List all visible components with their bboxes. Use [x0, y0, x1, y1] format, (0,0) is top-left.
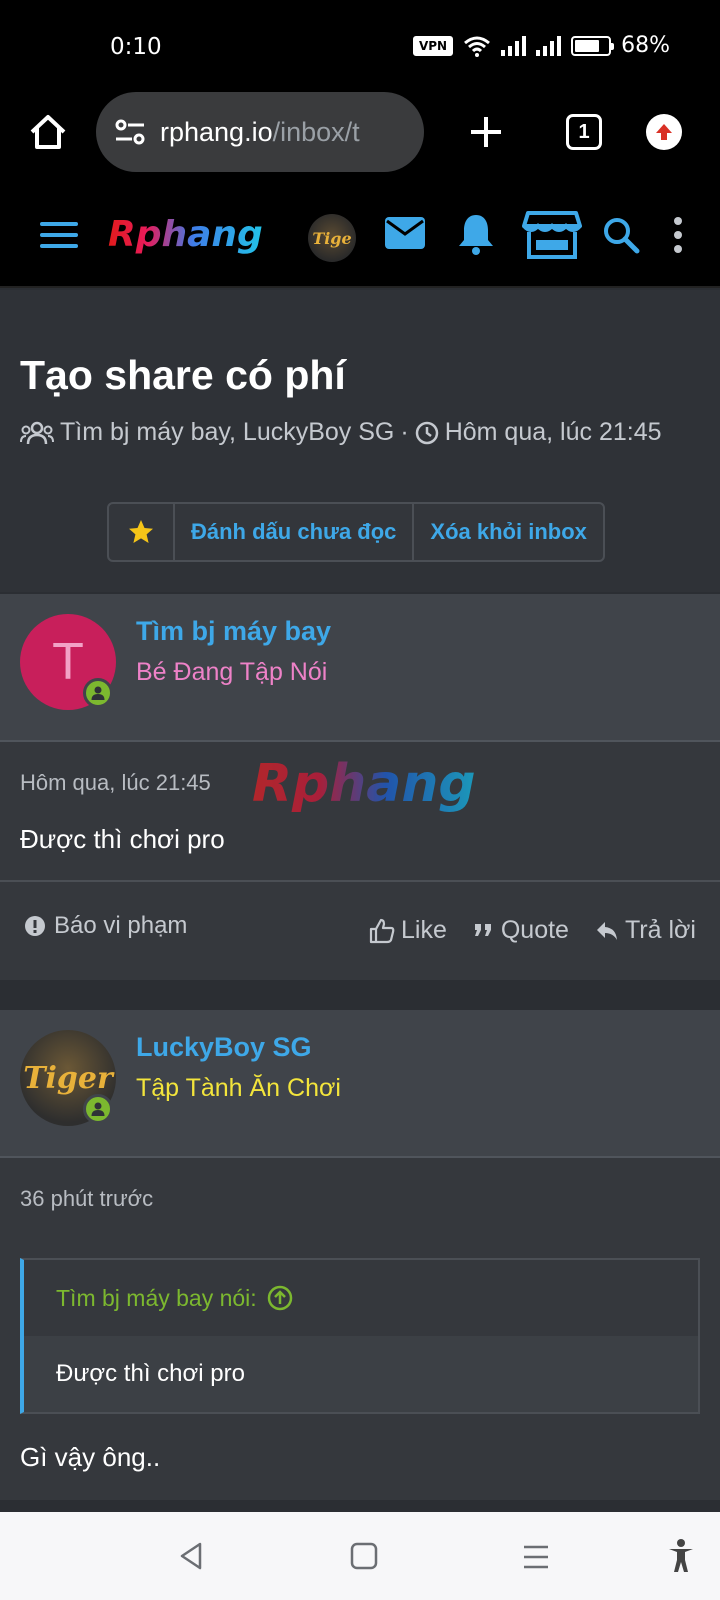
thumbs-up-icon	[369, 918, 395, 943]
quote-author[interactable]: Tìm bj máy bay nói:	[56, 1285, 257, 1312]
home-square-icon[interactable]	[350, 1542, 378, 1570]
message-date: Hôm qua, lúc 21:45	[20, 770, 211, 795]
watermark-logo: Rphang	[252, 754, 476, 814]
search-icon[interactable]	[602, 216, 640, 254]
signal-icon-2	[536, 35, 562, 56]
mail-icon[interactable]	[384, 216, 426, 250]
back-icon[interactable]	[178, 1542, 204, 1570]
vpn-badge: VPN	[412, 35, 454, 56]
arrow-up-circle-icon[interactable]	[267, 1285, 293, 1311]
wifi-icon	[464, 36, 491, 57]
message-separator	[0, 980, 720, 1010]
tabs-icon[interactable]: 1	[566, 114, 602, 150]
accessibility-icon[interactable]	[666, 1538, 696, 1574]
quote-block: Tìm bj máy bay nói: Được thì chơi pro	[20, 1258, 700, 1414]
store-icon[interactable]	[522, 210, 582, 260]
message-body: Gì vậy ông..	[20, 1442, 161, 1472]
online-icon	[83, 1094, 113, 1124]
recents-icon[interactable]	[522, 1544, 550, 1570]
clock-icon	[415, 421, 438, 444]
status-bar: 0:10 VPN 68%	[0, 0, 720, 92]
message-2: Tiger LuckyBoy SG Tập Tành Ăn Chơi 36 ph…	[0, 1010, 720, 1500]
avatar-letter: T	[52, 633, 84, 691]
quote-button[interactable]: Quote	[473, 916, 569, 945]
bell-icon[interactable]	[456, 212, 496, 256]
browser-toolbar: rphang.io/inbox/t 1	[0, 92, 720, 192]
reply-button[interactable]: Trả lời	[595, 916, 696, 945]
battery-icon	[571, 35, 615, 56]
thread-meta: Tìm bj máy bay, LuckyBoy SG · Hôm qua, l…	[20, 418, 662, 447]
reply-icon	[596, 921, 617, 940]
new-tab-icon[interactable]	[468, 114, 504, 150]
report-button[interactable]: Báo vi phạm	[24, 912, 187, 940]
username[interactable]: Tìm bj máy bay	[136, 616, 331, 647]
online-icon	[83, 678, 113, 708]
message-1-header: T Tìm bj máy bay Bé Đang Tập Nói	[0, 594, 720, 742]
reply-label: Trả lời	[624, 916, 696, 944]
system-nav-bar	[0, 1512, 720, 1600]
message-actions: Like Quote Trả lời	[369, 916, 696, 945]
star-button[interactable]	[109, 504, 173, 560]
message-2-header: Tiger LuckyBoy SG Tập Tành Ăn Chơi	[0, 1010, 720, 1158]
quote-body: Được thì chơi pro	[24, 1336, 698, 1412]
thread-time: Hôm qua, lúc 21:45	[444, 418, 662, 446]
signal-icon	[501, 35, 527, 56]
remove-inbox-button[interactable]: Xóa khỏi inbox	[412, 504, 602, 560]
page-title: Tạo share có phí	[20, 352, 346, 398]
users-icon	[20, 421, 54, 444]
url-text[interactable]: rphang.io/inbox/t	[160, 117, 360, 148]
site-settings-icon[interactable]	[114, 118, 146, 146]
url-bar[interactable]: rphang.io/inbox/t	[96, 92, 424, 172]
like-label: Like	[400, 916, 447, 944]
thread-participants[interactable]: Tìm bj máy bay, LuckyBoy SG	[60, 418, 394, 447]
meta-separator: ·	[400, 418, 409, 446]
more-icon[interactable]	[672, 216, 684, 254]
avatar-text: Tiger	[23, 1060, 113, 1096]
battery-percent: 68%	[621, 33, 670, 58]
site-header: Rphang Tige	[0, 192, 720, 288]
tab-count: 1	[578, 120, 590, 143]
warning-icon	[25, 916, 45, 936]
url-path: /inbox/t	[272, 116, 360, 147]
thread-actions: Đánh dấu chưa đọc Xóa khỏi inbox	[107, 502, 605, 562]
avatar[interactable]: Tige	[308, 214, 356, 262]
quote-label: Quote	[500, 916, 569, 944]
menu-icon[interactable]	[40, 220, 78, 250]
username[interactable]: LuckyBoy SG	[136, 1032, 312, 1063]
message-1: T Tìm bj máy bay Bé Đang Tập Nói Hôm qua…	[0, 594, 720, 980]
status-time: 0:10	[110, 34, 162, 60]
quote-header[interactable]: Tìm bj máy bay nói:	[24, 1260, 698, 1336]
message-body: Được thì chơi pro	[20, 824, 225, 854]
report-label: Báo vi phạm	[54, 912, 188, 939]
url-host: rphang.io	[160, 116, 273, 147]
update-icon[interactable]	[646, 114, 682, 150]
thread-header: Tạo share có phí Tìm bj máy bay, LuckyBo…	[0, 290, 720, 592]
like-button[interactable]: Like	[369, 916, 447, 945]
home-icon[interactable]	[28, 112, 68, 152]
user-title: Bé Đang Tập Nói	[136, 658, 328, 686]
user-title: Tập Tành Ăn Chơi	[136, 1074, 341, 1102]
status-icons: VPN 68%	[412, 33, 670, 58]
mark-unread-button[interactable]: Đánh dấu chưa đọc	[173, 504, 412, 560]
message-date: 36 phút trước	[20, 1186, 154, 1211]
site-logo[interactable]: Rphang	[108, 214, 263, 255]
quote-icon	[474, 923, 491, 936]
star-icon	[129, 520, 153, 543]
message-footer: Báo vi phạm Like Quote Trả lời	[0, 880, 720, 976]
